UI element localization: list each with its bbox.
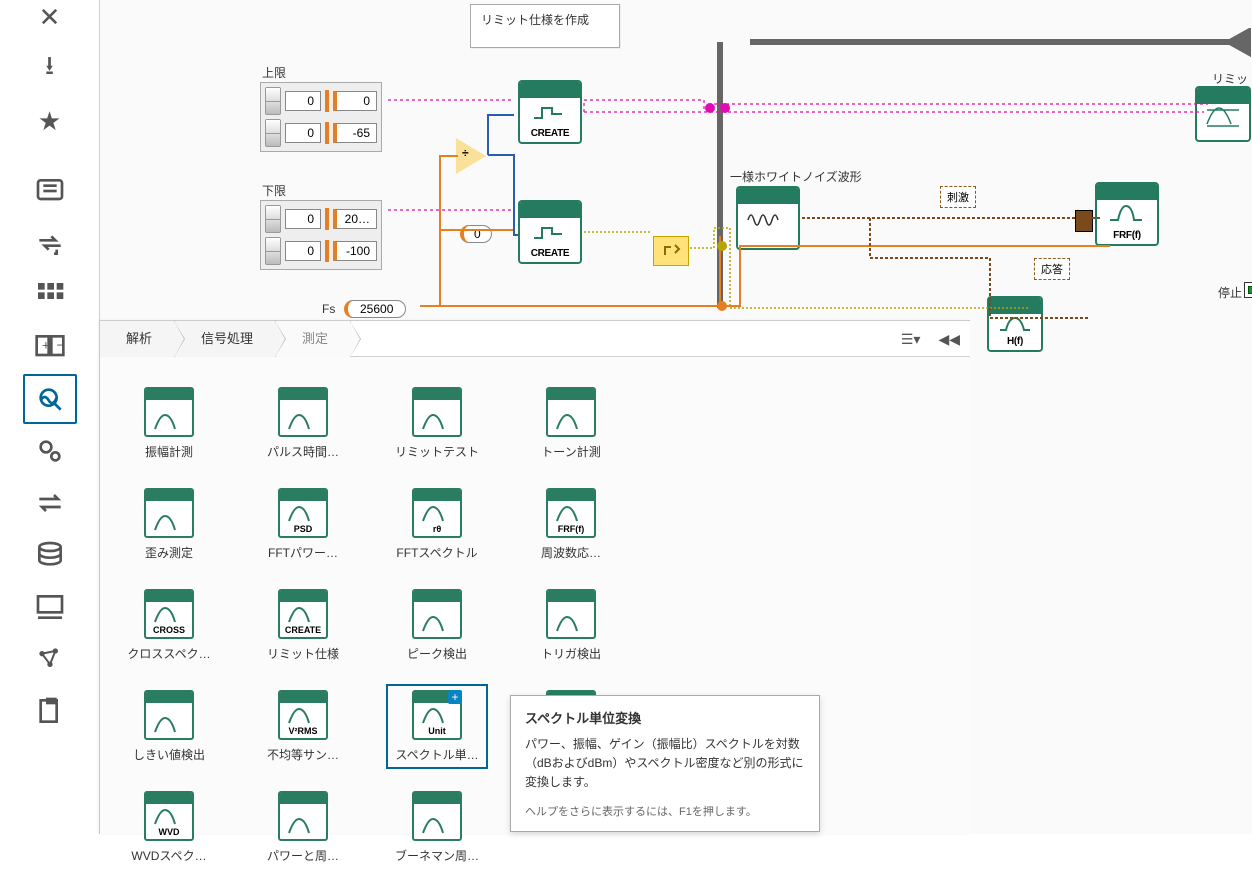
analysis-icon[interactable] [23, 374, 77, 424]
palette-item-16[interactable]: WVDWVDスペク… [124, 791, 214, 864]
spinner-icon[interactable] [265, 205, 281, 233]
divide-node[interactable] [456, 138, 486, 174]
help-foot: ヘルプをさらに表示するには、F1を押します。 [525, 803, 805, 819]
noise-label: 一様ホワイトノイズ波形 [730, 168, 862, 185]
lower-a[interactable]: 0 [285, 209, 321, 229]
bundle-by-name-icon[interactable] [1075, 210, 1093, 232]
close-icon[interactable]: ✕ [23, 0, 77, 42]
create-limit-upper[interactable]: CREATE [518, 80, 582, 144]
palette-item-0[interactable]: 振幅計測 [124, 387, 214, 460]
book-icon[interactable] [23, 166, 77, 216]
palette-item-18[interactable]: ブーネマン周… [392, 791, 482, 864]
fs-value[interactable]: 25600 [344, 300, 406, 318]
palette-item-13[interactable]: V²RMS不均等サン… [258, 690, 348, 763]
star-icon[interactable]: ★ [23, 96, 77, 146]
upper-a[interactable]: 0 [285, 91, 321, 111]
response-label: 応答 [1034, 258, 1070, 280]
help-tooltip: スペクトル単位変換 パワー、振幅、ゲイン（振幅比）スペクトルを対数（dBおよびd… [510, 695, 820, 832]
sticky-note[interactable]: リミット仕様を作成 [470, 4, 620, 48]
swap-icon[interactable] [23, 478, 77, 528]
gear-icon[interactable] [23, 426, 77, 476]
palette-item-3[interactable]: トーン計測 [526, 387, 616, 460]
lower-c[interactable]: 0 [285, 241, 321, 261]
left-toolbar: ✕ ⭳ ★ +− [0, 0, 100, 834]
svg-text:+: + [42, 338, 50, 353]
palette-item-17[interactable]: パワーと周… [258, 791, 348, 864]
stimulus-label: 刺激 [940, 186, 976, 208]
fs-label: Fs [322, 302, 335, 316]
crumb-signal[interactable]: 信号処理 [175, 321, 276, 357]
create-limit-lower[interactable]: CREATE [518, 200, 582, 264]
monitor-icon[interactable] [23, 582, 77, 632]
help-body: パワー、振幅、ゲイン（振幅比）スペクトルを対数（dBおよびdBm）やスペクトル密… [525, 735, 805, 793]
download-icon[interactable]: ⭳ [23, 44, 77, 94]
palette-item-1[interactable]: パルス時間… [258, 387, 348, 460]
hf-node[interactable]: H(f) [987, 296, 1043, 352]
palette-item-10[interactable]: ピーク検出 [392, 589, 482, 662]
noise-node[interactable] [736, 186, 800, 250]
spinner-icon[interactable] [265, 237, 281, 265]
spinner-icon[interactable] [265, 119, 281, 147]
zero-const[interactable]: 0 [460, 225, 492, 243]
limittest-node[interactable] [1195, 86, 1251, 142]
clipboard-icon[interactable] [23, 686, 77, 736]
breadcrumb: 解析 信号処理 測定 ☰▾ ◀◀ [100, 321, 970, 357]
divide-glyph: ÷ [462, 146, 469, 160]
upper-cluster[interactable]: 0 0 0 -65 [260, 82, 382, 152]
list-icon[interactable]: ☰▾ [897, 327, 925, 352]
palette-item-11[interactable]: トリガ検出 [526, 589, 616, 662]
collapse-icon[interactable]: ◀◀ [934, 327, 964, 352]
upper-b[interactable]: 0 [333, 91, 377, 111]
stop-label: 停止 [1218, 284, 1242, 301]
lower-d[interactable]: -100 [333, 241, 377, 261]
lower-label: 下限 [262, 182, 286, 199]
database-icon[interactable] [23, 530, 77, 580]
help-title: スペクトル単位変換 [525, 708, 805, 727]
palette-item-2[interactable]: リミットテスト [392, 387, 482, 460]
crumb-analysis[interactable]: 解析 [100, 321, 175, 357]
upper-d[interactable]: -65 [333, 123, 377, 143]
wires [100, 0, 1252, 340]
svg-text:−: − [56, 338, 64, 353]
bundle-node[interactable] [653, 236, 689, 266]
math-icon[interactable]: +− [23, 322, 77, 372]
graph-icon[interactable] [23, 634, 77, 684]
lower-cluster[interactable]: 0 20… 0 -100 [260, 200, 382, 270]
loop-icon[interactable] [23, 218, 77, 268]
upper-label: 上限 [262, 64, 286, 81]
grid-icon[interactable] [23, 270, 77, 320]
palette-item-4[interactable]: 歪み測定 [124, 488, 214, 561]
upper-c[interactable]: 0 [285, 123, 321, 143]
palette-item-5[interactable]: PSDFFTパワー… [258, 488, 348, 561]
palette-item-14[interactable]: +Unitスペクトル単… [392, 690, 482, 763]
lower-b[interactable]: 20… [333, 209, 377, 229]
palette-item-8[interactable]: CROSSクロススペク… [124, 589, 214, 662]
stop-terminal[interactable] [1244, 282, 1252, 298]
frf-node[interactable]: FRF(f) [1095, 182, 1159, 246]
crumb-measure[interactable]: 測定 [276, 321, 351, 357]
palette-item-9[interactable]: CREATEリミット仕様 [258, 589, 348, 662]
palette-item-7[interactable]: FRF(f)周波数応… [526, 488, 616, 561]
palette-item-12[interactable]: しきい値検出 [124, 690, 214, 763]
note-text: リミット仕様を作成 [481, 13, 589, 27]
palette-item-6[interactable]: rθFFTスペクトル [392, 488, 482, 561]
spinner-icon[interactable] [265, 87, 281, 115]
